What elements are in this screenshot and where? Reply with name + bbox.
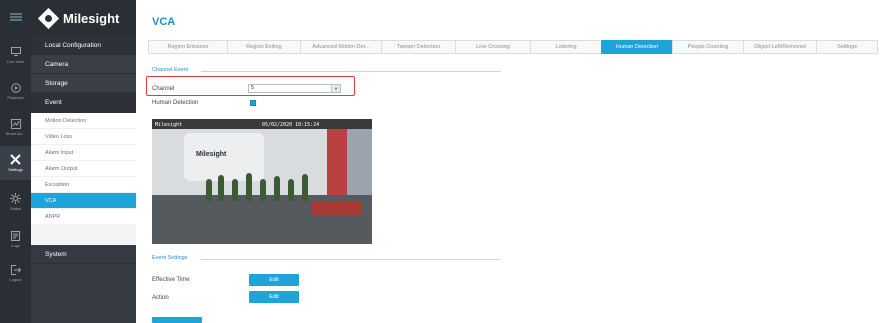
sidebar-item-storage[interactable]: Storage <box>31 74 136 93</box>
menu-icon <box>9 12 22 22</box>
sidebar-subitem-motion-detection[interactable]: Motion Detection <box>31 113 136 129</box>
tab-human-detection[interactable]: Human Detection <box>601 40 672 54</box>
section-divider <box>201 71 501 72</box>
rail-label: Logout <box>9 276 22 282</box>
rail-status[interactable]: Status <box>0 185 31 219</box>
icon-rail: Live View Playback Smart An... Settings … <box>0 0 31 323</box>
action-label: Action <box>152 295 169 301</box>
tab-region-entrance[interactable]: Region Entrance <box>148 40 227 54</box>
wall-logo-text: Milesight <box>196 151 227 158</box>
sidebar-item-event[interactable]: Event <box>31 93 136 113</box>
sidebar-item-local-configuration[interactable]: Local Configuration <box>31 36 136 55</box>
rail-smart-analysis[interactable]: Smart An... <box>0 110 31 144</box>
sidebar-subitem-alarm-output[interactable]: Alarm Output <box>31 161 136 177</box>
rail-logout[interactable]: Logout <box>0 256 31 290</box>
tab-settings[interactable]: Settings <box>816 40 878 54</box>
sidebar-item-system[interactable]: System <box>31 245 136 264</box>
status-icon <box>10 193 22 204</box>
tab-advanced-motion-detection[interactable]: Advanced Motion Det... <box>300 40 381 54</box>
video-osd-datetime: 05/02/2020 10:15:24 <box>262 122 320 128</box>
rail-live-view[interactable]: Live View <box>0 38 31 72</box>
brand-header: Milesight <box>31 0 136 36</box>
effective-time-edit-button[interactable]: Edit <box>249 274 299 286</box>
main-content: VCA Region Entrance Region Exiting Advan… <box>143 0 883 323</box>
sidebar-system-panel: System <box>31 245 136 323</box>
sidebar-subitem-vca[interactable]: VCA <box>31 193 136 209</box>
sidebar-subitem-anpr[interactable]: ANPR <box>31 209 136 225</box>
tab-people-counting[interactable]: People Counting <box>672 40 743 54</box>
menu-toggle-button[interactable] <box>0 0 31 34</box>
rail-label: Settings <box>8 166 23 172</box>
rail-playback[interactable]: Playback <box>0 74 31 108</box>
tab-region-exiting[interactable]: Region Exiting <box>227 40 300 54</box>
sidebar-subitem-video-loss[interactable]: Video Loss <box>31 129 136 145</box>
human-detection-checkbox[interactable] <box>250 100 256 106</box>
rail-logs[interactable]: Logs <box>0 222 31 256</box>
video-osd-camera-name: Milesight <box>155 122 183 128</box>
brand-name: Milesight <box>63 10 120 26</box>
logs-icon <box>10 230 22 241</box>
sidebar-menu: Local Configuration Camera Storage Event… <box>31 36 136 323</box>
section-divider <box>201 259 501 260</box>
rail-label: Playback <box>7 94 24 100</box>
rail-label: Logs <box>11 242 20 248</box>
action-edit-button[interactable]: Edit <box>249 291 299 303</box>
tab-object-left-removed[interactable]: Object Left/Removed <box>743 40 816 54</box>
tab-line-crossing[interactable]: Line Crossing <box>455 40 530 54</box>
page-title: VCA <box>152 16 176 28</box>
event-settings-heading: Event Settings <box>152 255 188 261</box>
smart-analysis-icon <box>10 118 22 129</box>
vca-tab-bar: Region Entrance Region Exiting Advanced … <box>148 40 878 54</box>
apply-button[interactable] <box>152 317 202 323</box>
sidebar-subitem-alarm-input[interactable]: Alarm Input <box>31 145 136 161</box>
live-view-icon <box>10 47 22 57</box>
channel-event-heading: Channel Event <box>152 67 189 73</box>
rail-label: Status <box>9 205 22 211</box>
tab-tamper-detection[interactable]: Tamper Detection <box>381 40 455 54</box>
sidebar-subitem-exception[interactable]: Exception <box>31 177 136 193</box>
rail-label: Live View <box>6 58 25 64</box>
channel-highlight-box <box>146 76 355 96</box>
rail-settings[interactable]: Settings <box>0 146 31 180</box>
camera-preview: Milesight Milesight 05/02/2020 10:15:24 <box>152 119 372 244</box>
rail-label: Smart An... <box>5 130 26 136</box>
settings-icon <box>10 154 22 165</box>
tab-loitering[interactable]: Loitering <box>530 40 601 54</box>
playback-icon <box>10 82 22 93</box>
sidebar-item-camera[interactable]: Camera <box>31 55 136 74</box>
effective-time-label: Effective Time <box>152 277 190 283</box>
logout-icon <box>10 264 22 275</box>
human-detection-label: Human Detection <box>152 100 199 106</box>
brand-logo-icon <box>37 7 60 29</box>
